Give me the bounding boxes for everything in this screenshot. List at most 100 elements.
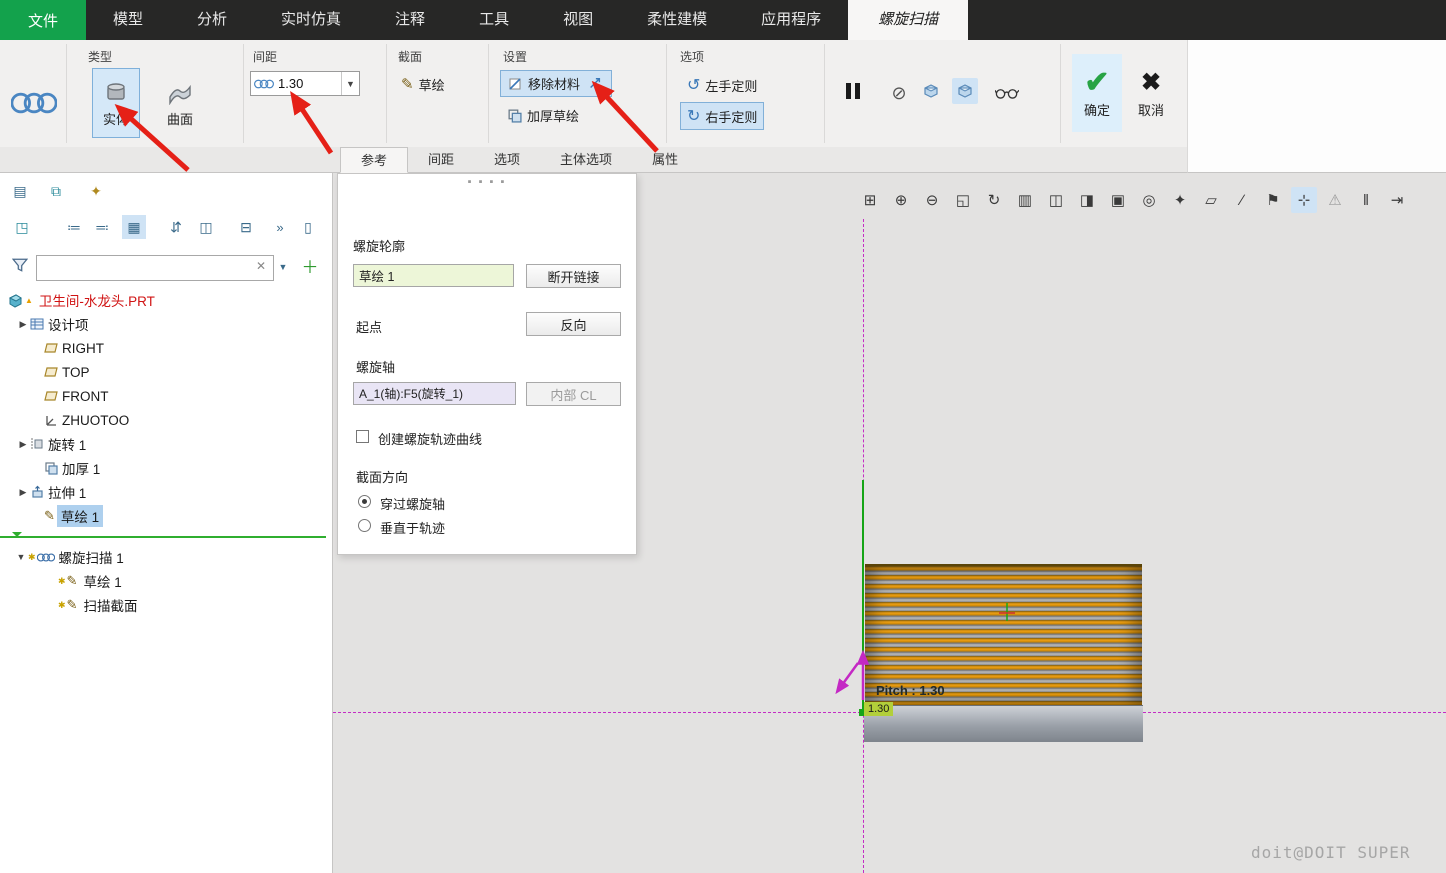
surface-type-button[interactable]: 曲面 [152,68,208,138]
clear-search-icon[interactable]: ✕ [256,259,266,273]
scene-icon[interactable]: ▣ [1105,187,1131,213]
attached-preview-button[interactable] [952,78,978,104]
menu-tab-view[interactable]: 视图 [536,0,620,40]
refit-icon[interactable]: ◱ [950,187,976,213]
sketch-section-button[interactable]: ✎ 草绘 [394,71,452,97]
unattached-preview-button[interactable] [918,78,944,104]
tab-references[interactable]: 参考 [340,147,408,173]
menu-tab-flexible-modeling[interactable]: 柔性建模 [620,0,734,40]
through-axis-radio[interactable] [358,495,371,508]
tree-row-sweep-sketch[interactable]: ✱ ✎ 草绘 1 [0,569,330,593]
favorites-button[interactable]: ✦ [84,179,108,203]
pitch-combo[interactable]: 1.30 ▼ [250,71,360,96]
break-link-button[interactable]: 断开链接 [526,264,621,288]
menu-tab-tools[interactable]: 工具 [452,0,536,40]
model-tree-settings-button[interactable]: ▤ [8,179,32,203]
sort-button[interactable]: ⇵ [164,215,188,239]
menu-tab-analysis[interactable]: 分析 [170,0,254,40]
menu-tab-model[interactable]: 模型 [86,0,170,40]
layer-tree-button[interactable]: ⧉ [44,179,68,203]
tree-row-right-plane[interactable]: RIGHT [0,336,330,360]
document-button[interactable]: ▯ [296,215,320,239]
menu-tab-annotate[interactable]: 注释 [368,0,452,40]
flip-material-side-button[interactable] [585,74,605,94]
normal-to-trajectory-radio[interactable] [358,519,371,532]
remove-material-toggle[interactable]: 移除材料 [500,70,612,97]
tree-row-sketch-selected[interactable]: ✎ 草绘 1 [0,504,330,528]
normal-to-trajectory-label[interactable]: 垂直于轨迹 [380,518,445,537]
left-hand-rule-button[interactable]: ↺ 左手定则 [680,72,764,98]
create-helix-curve-label[interactable]: 创建螺旋轨迹曲线 [378,429,482,448]
tree-row-revolve[interactable]: ▶ 旋转 1 [0,432,330,456]
repaint-icon[interactable]: ↻ [981,187,1007,213]
tree-row-design-items[interactable]: ▶ 设计项 [0,312,330,336]
create-helix-curve-checkbox[interactable] [356,430,369,443]
list-view-button[interactable]: ≔ [62,215,86,239]
collapse-arrow-icon[interactable]: ▼ [14,552,28,562]
tab-options[interactable]: 选项 [474,147,540,173]
tree-row-helical-sweep[interactable]: ▼ ✱ 螺旋扫描 1 [0,545,330,569]
zoom-out-icon[interactable]: ⊖ [919,187,945,213]
detail-list-button[interactable]: ≕ [90,215,114,239]
insertion-locator[interactable] [0,536,326,538]
tree-row-front-plane[interactable]: FRONT [0,384,330,408]
through-axis-label[interactable]: 穿过螺旋轴 [380,494,445,513]
tree-row-part-root[interactable]: ▲ 卫生间-水龙头.PRT [0,288,330,312]
zoom-region-icon[interactable]: ⊞ [857,187,883,213]
tree-row-top-plane[interactable]: TOP [0,360,330,384]
helix-axis-field[interactable]: A_1(轴):F5(旋转_1) [353,382,516,405]
notifications-icon[interactable]: ⚠ [1322,187,1348,213]
menu-tab-live-sim[interactable]: 实时仿真 [254,0,368,40]
columns-button[interactable]: ◫ [194,215,218,239]
appearance-icon[interactable]: ◎ [1136,187,1162,213]
pause-regeneration-icon[interactable]: ‖ [1353,187,1379,213]
expand-arrow-icon[interactable]: ▶ [16,487,30,498]
helix-profile-line[interactable] [862,480,864,712]
cancel-button[interactable]: ✖ 取消 [1126,54,1176,132]
datum-planes-filter-icon[interactable]: ▱ [1198,187,1224,213]
tree-filters-button[interactable]: ⊟ [234,215,258,239]
display-style-icon[interactable]: ◫ [1043,187,1069,213]
tab-pitch[interactable]: 间距 [408,147,474,173]
flip-button[interactable]: 反向 [526,312,621,336]
grid-view-button[interactable]: ▦ [122,215,146,239]
saved-orientations-icon[interactable]: ▥ [1012,187,1038,213]
tree-search-input[interactable] [36,255,274,281]
panel-drag-handle[interactable]: ▪ ▪ ▪ ▪ [338,176,636,188]
no-preview-button[interactable]: ⊘ [886,80,912,106]
render-icon[interactable]: ✦ [1167,187,1193,213]
tree-row-sweep-section[interactable]: ✱ ✎ 扫描截面 [0,593,330,617]
resume-icon[interactable]: ⇥ [1384,187,1410,213]
pause-button[interactable] [840,78,866,104]
expand-arrow-icon[interactable]: ▶ [16,319,30,330]
show-button[interactable]: ◳ [10,215,34,239]
tab-properties[interactable]: 属性 [632,147,698,173]
datum-axes-filter-icon[interactable]: ∕ [1229,187,1255,213]
tree-row-thicken[interactable]: 加厚 1 [0,456,330,480]
menu-tab-helical-sweep-active[interactable]: 螺旋扫描 [848,0,968,40]
verify-preview-button[interactable] [994,80,1020,106]
search-dropdown-icon[interactable]: ▼ [274,255,292,279]
solid-type-button[interactable]: 实体 [92,68,140,138]
section-view-icon[interactable]: ◨ [1074,187,1100,213]
thicken-sketch-toggle[interactable]: 加厚草绘 [500,102,586,129]
model-base-cylinder[interactable] [864,705,1143,742]
helix-profile-field[interactable]: 草绘 1 [353,264,514,287]
right-hand-rule-button[interactable]: ↻ 右手定则 [680,102,764,130]
menu-tab-applications[interactable]: 应用程序 [734,0,848,40]
zoom-in-icon[interactable]: ⊕ [888,187,914,213]
add-filter-button[interactable]: ＋ [298,253,322,277]
internal-cl-button[interactable]: 内部 CL [526,382,621,406]
annotations-filter-icon[interactable]: ⚑ [1260,187,1286,213]
tree-row-extrude[interactable]: ▶ 拉伸 1 [0,480,330,504]
filter-funnel-icon[interactable] [8,253,32,277]
tab-body-options[interactable]: 主体选项 [540,147,632,173]
spin-center-icon[interactable]: ⊹ [1291,187,1317,213]
tree-row-csys[interactable]: ZHUOTOO [0,408,330,432]
overflow-chevron-icon[interactable]: » [268,215,292,239]
pitch-dropdown-arrow-icon[interactable]: ▼ [341,72,359,95]
file-menu-button[interactable]: 文件 [0,0,86,40]
ok-button[interactable]: ✔ 确定 [1072,54,1122,132]
expand-arrow-icon[interactable]: ▶ [16,439,30,450]
pitch-value-tag[interactable]: 1.30 [864,702,893,716]
